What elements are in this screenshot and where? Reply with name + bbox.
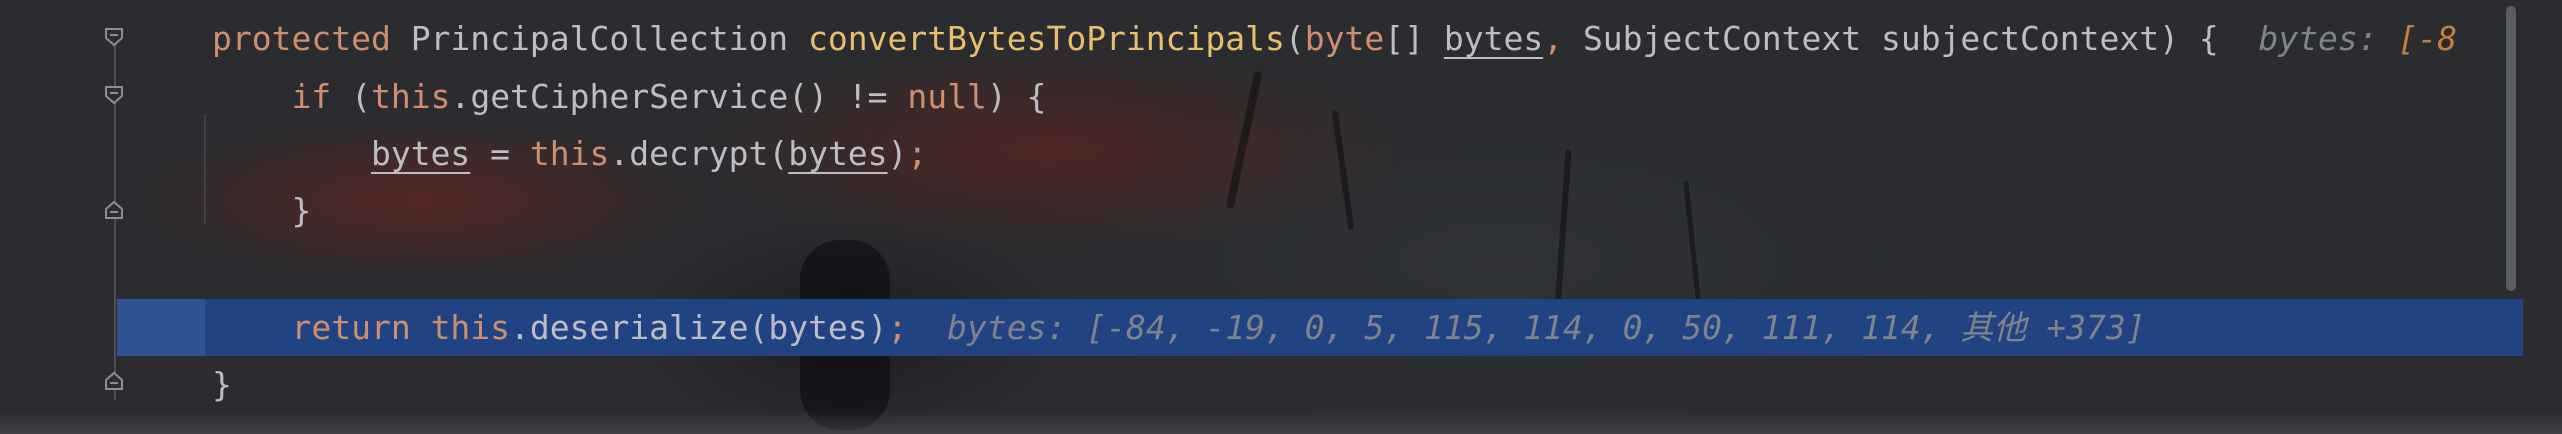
- code-token: ,: [1543, 19, 1583, 58]
- code-line-text: }: [212, 356, 232, 413]
- code-token: []: [1384, 19, 1444, 58]
- code-token: }: [212, 365, 232, 404]
- code-line[interactable]: [0, 240, 2530, 297]
- code-token: return: [291, 308, 431, 347]
- code-token: .decrypt(: [609, 134, 789, 173]
- code-line-text: return this.deserialize(bytes); bytes: […: [212, 299, 2146, 356]
- code-token: null: [907, 77, 987, 116]
- code-token: this: [529, 134, 610, 173]
- editor-bottom-edge: [0, 410, 2562, 434]
- code-token: (: [1284, 19, 1305, 58]
- code-line-text: protected PrincipalCollection convertByt…: [212, 10, 2457, 67]
- code-token: convertBytesToPrincipals: [808, 19, 1285, 58]
- code-line-text: bytes = this.decrypt(bytes);: [212, 125, 927, 182]
- code-token: protected: [212, 19, 411, 58]
- code-token: ) {: [986, 77, 1047, 116]
- code-line[interactable]: bytes = this.decrypt(bytes);: [0, 125, 2530, 182]
- code-token: SubjectContext subjectContext) {: [1582, 19, 2259, 58]
- inline-debug-value: [-8: [2397, 19, 2458, 58]
- code-token: ;: [887, 308, 948, 347]
- inline-debug-value: bytes:: [2258, 19, 2398, 58]
- code-token: if: [291, 77, 352, 116]
- inline-debug-value: bytes: [-84, -19, 0, 5, 115, 114, 0, 50,…: [947, 308, 2146, 347]
- code-token: bytes: [370, 134, 471, 173]
- code-editor[interactable]: protected PrincipalCollection convertByt…: [0, 0, 2562, 434]
- code-line[interactable]: if (this.getCipherService() != null) {: [0, 68, 2530, 125]
- code-token: byte: [1304, 19, 1385, 58]
- code-token: =: [470, 134, 530, 173]
- scrollbar-thumb[interactable]: [2506, 6, 2516, 291]
- code-token: this: [370, 77, 451, 116]
- code-token: PrincipalCollection: [410, 19, 809, 58]
- code-token: ;: [907, 134, 928, 173]
- code-token: ): [887, 134, 908, 173]
- code-line[interactable]: }: [0, 182, 2530, 239]
- code-line-current[interactable]: return this.deserialize(bytes); bytes: […: [0, 299, 2530, 356]
- code-line[interactable]: protected PrincipalCollection convertByt…: [0, 10, 2530, 67]
- code-token: bytes: [1443, 19, 1544, 58]
- code-token: this: [430, 308, 511, 347]
- code-token: bytes: [788, 134, 888, 173]
- code-token: .getCipherService() !=: [450, 77, 908, 116]
- code-token: (: [351, 77, 371, 116]
- code-line-text: }: [212, 182, 311, 239]
- code-token: .deserialize(bytes): [510, 308, 888, 347]
- code-line-text: if (this.getCipherService() != null) {: [212, 68, 1047, 125]
- code-token: }: [212, 191, 312, 230]
- code-line[interactable]: }: [0, 356, 2530, 413]
